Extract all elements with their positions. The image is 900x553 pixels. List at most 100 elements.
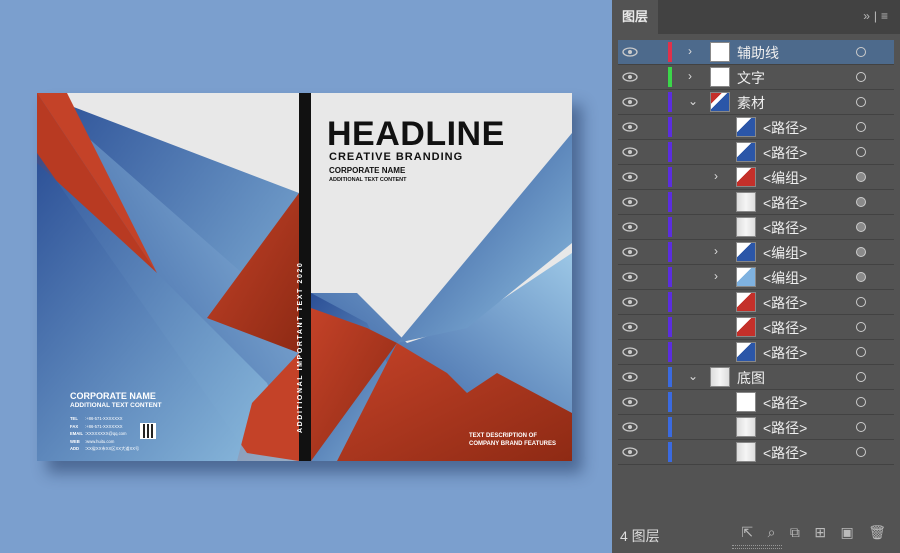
visibility-eye-icon[interactable] — [622, 371, 638, 383]
visibility-eye-icon[interactable] — [622, 146, 638, 158]
layer-row[interactable]: › <编组> — [618, 240, 894, 265]
layer-row[interactable]: <路径> — [618, 215, 894, 240]
layer-thumbnail — [736, 142, 756, 162]
expand-chevron-icon[interactable]: › — [688, 44, 692, 58]
layer-color-bar — [668, 442, 672, 462]
layer-name[interactable]: 文字 — [737, 68, 765, 88]
back-corporate-name: CORPORATE NAME — [70, 391, 156, 401]
layer-row[interactable]: › <编组> — [618, 165, 894, 190]
layer-name[interactable]: <路径> — [763, 293, 807, 313]
layer-row[interactable]: › 文字 — [618, 65, 894, 90]
visibility-eye-icon[interactable] — [622, 271, 638, 283]
expand-chevron-icon[interactable]: › — [688, 69, 692, 83]
layer-row[interactable]: <路径> — [618, 140, 894, 165]
target-circle-icon[interactable] — [856, 122, 866, 132]
qr-code-icon — [140, 423, 156, 439]
expand-chevron-icon[interactable]: › — [714, 169, 718, 183]
layer-thumbnail — [736, 292, 756, 312]
layer-row[interactable]: › 辅助线 — [618, 40, 894, 65]
layer-thumbnail — [736, 417, 756, 437]
visibility-eye-icon[interactable] — [622, 46, 638, 58]
visibility-eye-icon[interactable] — [622, 221, 638, 233]
layer-row[interactable]: <路径> — [618, 290, 894, 315]
visibility-eye-icon[interactable] — [622, 171, 638, 183]
layer-row[interactable]: › <编组> — [618, 265, 894, 290]
layer-row[interactable]: <路径> — [618, 190, 894, 215]
target-circle-icon[interactable] — [856, 447, 866, 457]
visibility-eye-icon[interactable] — [622, 396, 638, 408]
visibility-eye-icon[interactable] — [622, 71, 638, 83]
target-circle-icon[interactable] — [856, 422, 866, 432]
brochure-cover[interactable]: ADDITIONAL IMPORTANT TEXT 2020 HEADLINE … — [37, 93, 572, 461]
layer-name[interactable]: <路径> — [763, 193, 807, 213]
clipping-mask-icon[interactable]: ⧉ — [790, 524, 800, 541]
layer-name[interactable]: <编组> — [763, 243, 807, 263]
panel-menu-icon[interactable]: »|≡ — [863, 9, 892, 23]
target-circle-icon[interactable] — [856, 172, 866, 182]
target-circle-icon[interactable] — [856, 297, 866, 307]
target-circle-icon[interactable] — [856, 322, 866, 332]
new-layer-icon[interactable]: ▣ — [841, 524, 854, 541]
layer-thumbnail — [736, 442, 756, 462]
layer-color-bar — [668, 292, 672, 312]
layer-row[interactable]: <路径> — [618, 440, 894, 465]
layer-name[interactable]: <路径> — [763, 118, 807, 138]
layer-name[interactable]: <路径> — [763, 343, 807, 363]
layer-count: 4 图层 — [620, 528, 660, 544]
layer-name[interactable]: <编组> — [763, 268, 807, 288]
target-circle-icon[interactable] — [856, 397, 866, 407]
layer-row[interactable]: ⌄ 素材 — [618, 90, 894, 115]
panel-header: 图层 »|≡ — [612, 0, 900, 34]
layer-name[interactable]: 素材 — [737, 93, 765, 113]
contact-line: WEB:www.huitu.com — [70, 438, 115, 444]
layer-name[interactable]: <路径> — [763, 418, 807, 438]
visibility-eye-icon[interactable] — [622, 346, 638, 358]
locate-object-icon[interactable]: ⌕ — [768, 524, 776, 541]
target-circle-icon[interactable] — [856, 197, 866, 207]
target-circle-icon[interactable] — [856, 247, 866, 257]
layer-name[interactable]: <路径> — [763, 393, 807, 413]
visibility-eye-icon[interactable] — [622, 296, 638, 308]
new-sublayer-icon[interactable]: ⊞ — [814, 524, 826, 541]
trash-icon[interactable]: 🗑 — [868, 524, 886, 541]
layer-thumbnail — [736, 392, 756, 412]
layer-row[interactable]: <路径> — [618, 340, 894, 365]
target-circle-icon[interactable] — [856, 372, 866, 382]
layer-name[interactable]: 辅助线 — [737, 43, 779, 63]
visibility-eye-icon[interactable] — [622, 446, 638, 458]
expand-chevron-icon[interactable]: ⌄ — [688, 94, 698, 108]
target-circle-icon[interactable] — [856, 147, 866, 157]
artboard-canvas[interactable]: ADDITIONAL IMPORTANT TEXT 2020 HEADLINE … — [0, 0, 612, 553]
expand-chevron-icon[interactable]: ⌄ — [688, 369, 698, 383]
visibility-eye-icon[interactable] — [622, 421, 638, 433]
target-circle-icon[interactable] — [856, 222, 866, 232]
layer-thumbnail — [736, 317, 756, 337]
cover-additional-text: ADDITIONAL TEXT CONTENT — [329, 177, 407, 183]
visibility-eye-icon[interactable] — [622, 96, 638, 108]
expand-chevron-icon[interactable]: › — [714, 244, 718, 258]
tab-layers[interactable]: 图层 — [612, 0, 658, 34]
layer-name[interactable]: 底图 — [737, 368, 765, 388]
layer-name[interactable]: <编组> — [763, 168, 807, 188]
layer-name[interactable]: <路径> — [763, 143, 807, 163]
target-circle-icon[interactable] — [856, 72, 866, 82]
layer-row[interactable]: ⌄ 底图 — [618, 365, 894, 390]
layer-name[interactable]: <路径> — [763, 318, 807, 338]
expand-chevron-icon[interactable]: › — [714, 269, 718, 283]
visibility-eye-icon[interactable] — [622, 121, 638, 133]
layer-name[interactable]: <路径> — [763, 443, 807, 463]
layer-row[interactable]: <路径> — [618, 115, 894, 140]
resize-grip[interactable] — [732, 545, 782, 549]
visibility-eye-icon[interactable] — [622, 246, 638, 258]
layer-row[interactable]: <路径> — [618, 415, 894, 440]
target-circle-icon[interactable] — [856, 47, 866, 57]
layer-row[interactable]: <路径> — [618, 390, 894, 415]
layer-row[interactable]: <路径> — [618, 315, 894, 340]
visibility-eye-icon[interactable] — [622, 196, 638, 208]
visibility-eye-icon[interactable] — [622, 321, 638, 333]
target-circle-icon[interactable] — [856, 97, 866, 107]
target-circle-icon[interactable] — [856, 347, 866, 357]
target-circle-icon[interactable] — [856, 272, 866, 282]
export-icon[interactable]: ⇱ — [741, 524, 753, 541]
layer-name[interactable]: <路径> — [763, 218, 807, 238]
